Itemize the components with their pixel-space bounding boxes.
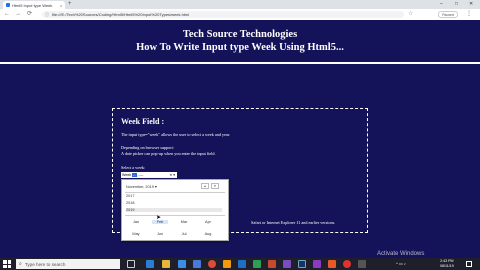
windows-start-icon[interactable] bbox=[3, 260, 11, 268]
month-cell[interactable]: Jan bbox=[128, 220, 144, 224]
month-cell[interactable]: Aug bbox=[200, 232, 216, 236]
close-window-button[interactable]: ✕ bbox=[469, 0, 473, 9]
clock-date: 08/11/19 bbox=[440, 264, 454, 268]
favicon-icon bbox=[6, 3, 10, 7]
picker-divider bbox=[125, 192, 225, 193]
chrome-active-icon[interactable] bbox=[343, 260, 351, 268]
month-cell[interactable]: Jul bbox=[176, 232, 192, 236]
chrome-icon[interactable] bbox=[208, 260, 216, 268]
year-segment[interactable]: , ---- bbox=[137, 173, 144, 177]
page-heading-2: How To Write Input type Week Using Html5… bbox=[136, 42, 344, 53]
mouse-cursor-icon: ➤ bbox=[156, 215, 162, 221]
url-bar[interactable]: ⓘ file:///E:/Tech%20Sources/Coding/Html5… bbox=[42, 11, 404, 18]
photoshop-icon[interactable] bbox=[298, 260, 306, 268]
search-placeholder: Type here to search bbox=[24, 261, 66, 267]
picker-prev-button[interactable]: ▴ bbox=[201, 183, 209, 189]
week-input[interactable]: Week -- , ---- ✕ ▾ bbox=[121, 172, 177, 178]
browser-menu-icon[interactable]: ⋮ bbox=[466, 10, 472, 19]
picker-divider bbox=[125, 215, 225, 216]
system-tray-icons[interactable]: ^ ▭ ♪ bbox=[396, 258, 406, 270]
file-explorer-icon[interactable] bbox=[162, 260, 170, 268]
select-week-label: Select a week: bbox=[121, 165, 146, 170]
week-input-controls[interactable]: ✕ ▾ bbox=[169, 173, 175, 177]
app-icon[interactable] bbox=[328, 260, 336, 268]
tab-title: Html5 Input type Week bbox=[12, 2, 53, 8]
back-button[interactable]: ← bbox=[4, 10, 10, 19]
month-cell[interactable]: Mar bbox=[176, 220, 192, 224]
profile-button[interactable]: Paused bbox=[438, 11, 458, 18]
store-icon[interactable] bbox=[178, 260, 186, 268]
info-icon[interactable]: ⓘ bbox=[45, 12, 49, 18]
reload-button[interactable]: ⟳ bbox=[27, 10, 32, 19]
year-option[interactable]: 2017 bbox=[126, 194, 222, 198]
month-cell[interactable]: Jun bbox=[152, 232, 168, 236]
page-heading-1: Tech Source Technologies bbox=[182, 29, 298, 40]
edge-icon[interactable] bbox=[146, 260, 154, 268]
premiere-icon[interactable] bbox=[313, 260, 321, 268]
forward-button[interactable]: → bbox=[15, 10, 21, 19]
year-option[interactable]: 2018 bbox=[126, 201, 222, 205]
week-input-prefix: Week bbox=[122, 173, 132, 177]
horizontal-rule bbox=[0, 62, 480, 64]
month-cell[interactable]: Apr bbox=[200, 220, 216, 224]
browser-support-note: Safari or Internet Explorer 11 and earli… bbox=[251, 220, 336, 225]
description-line-2: Depending on browser support: bbox=[121, 145, 174, 150]
onenote-icon[interactable] bbox=[283, 260, 291, 268]
taskbar-clock[interactable]: 2:43 PM 08/11/19 bbox=[440, 259, 454, 269]
picker-next-button[interactable]: ▾ bbox=[211, 183, 219, 189]
tab-bar: Html5 Input type Week × + – □ ✕ bbox=[0, 0, 480, 9]
year-option-selected[interactable]: 2019 bbox=[126, 208, 222, 212]
word-icon[interactable] bbox=[238, 260, 246, 268]
browser-tab[interactable]: Html5 Input type Week × bbox=[3, 1, 65, 9]
powerpoint-icon[interactable] bbox=[268, 260, 276, 268]
description-line-1: The input type="week" allows the user to… bbox=[121, 132, 231, 137]
taskbar-search-box[interactable]: ⌕ Type here to search bbox=[16, 259, 120, 269]
url-text[interactable]: file:///E:/Tech%20Sources/Coding/Html5/H… bbox=[52, 12, 189, 17]
search-icon: ⌕ bbox=[19, 261, 22, 267]
tab-close-icon[interactable]: × bbox=[60, 3, 62, 8]
page-body: Tech Source Technologies How To Write In… bbox=[0, 20, 480, 263]
windows-taskbar: ⌕ Type here to search ^ ▭ ♪ 2:43 PM 08/1… bbox=[0, 258, 480, 270]
week-picker-popup: November, 2019 ▾ ▴ ▾ 2017 2018 2019 Jan … bbox=[121, 179, 229, 241]
picker-month-select[interactable]: November, 2019 ▾ bbox=[126, 184, 157, 189]
notification-icon[interactable] bbox=[466, 261, 472, 267]
mail-icon[interactable] bbox=[193, 260, 201, 268]
app-icon[interactable] bbox=[358, 260, 366, 268]
week-field-title: Week Field : bbox=[121, 117, 165, 126]
vlc-icon[interactable] bbox=[223, 260, 231, 268]
bookmark-star-icon[interactable]: ☆ bbox=[408, 10, 413, 19]
maximize-button[interactable]: □ bbox=[455, 0, 458, 9]
excel-icon[interactable] bbox=[253, 260, 261, 268]
activate-windows-title: Activate Windows bbox=[377, 251, 425, 257]
month-cell[interactable]: May bbox=[128, 232, 144, 236]
new-tab-button[interactable]: + bbox=[68, 1, 72, 8]
task-view-icon[interactable] bbox=[127, 260, 135, 268]
minimize-button[interactable]: – bbox=[440, 0, 443, 9]
description-line-3: A date picker can pop-up when you enter … bbox=[121, 151, 216, 156]
